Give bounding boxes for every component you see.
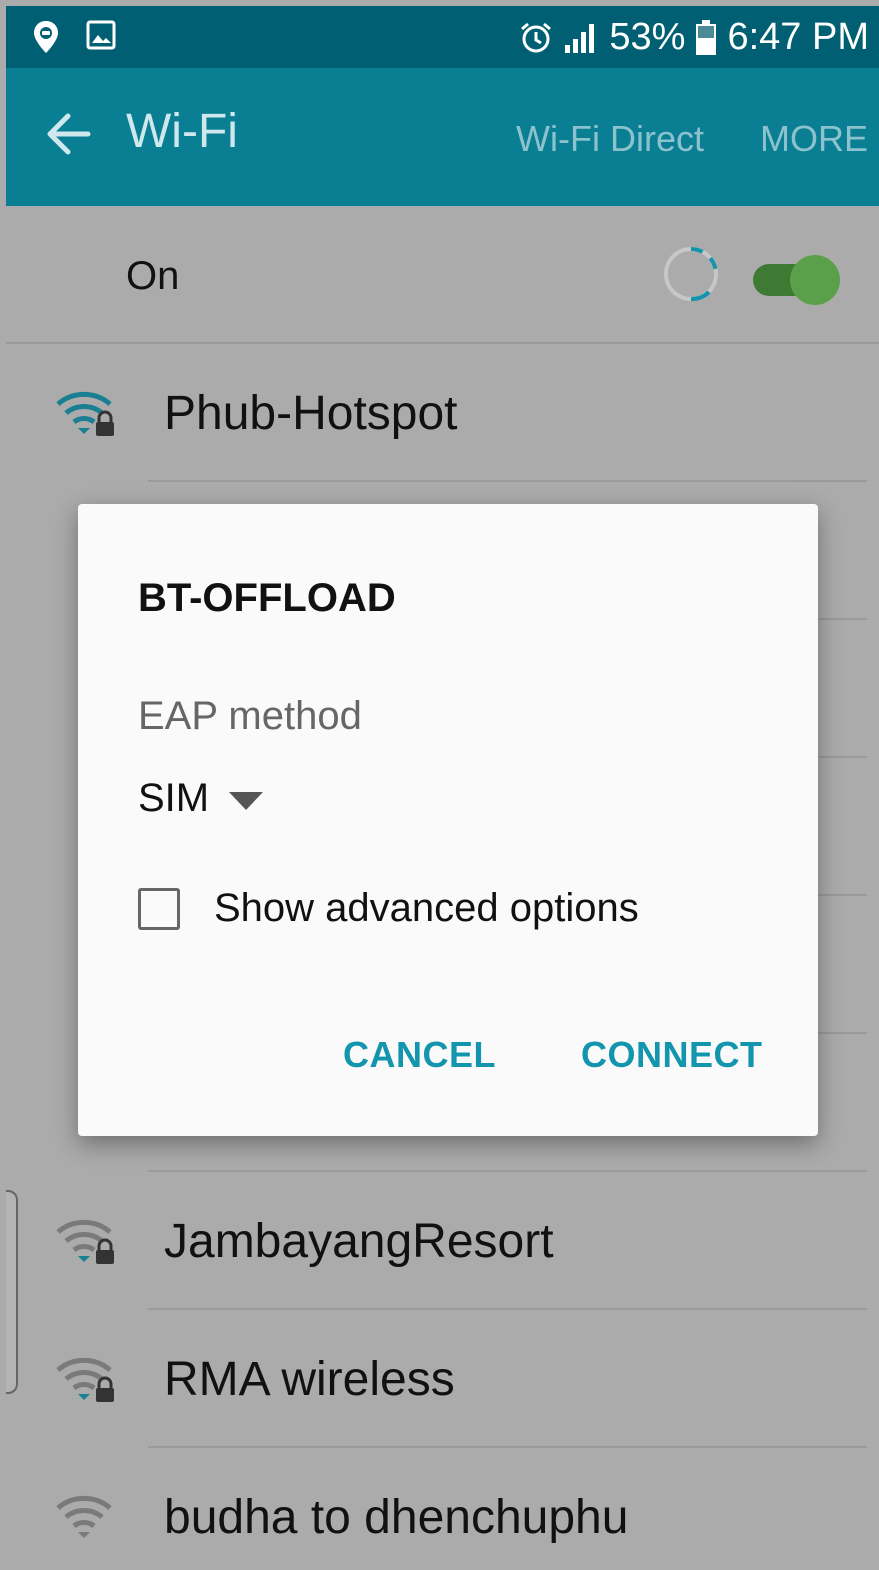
network-name: JambayangResort (164, 1215, 554, 1268)
location-pin-icon (32, 20, 60, 59)
wifi-connect-dialog: BT-OFFLOAD EAP method SIM Show advanced … (78, 504, 818, 1136)
network-item-budha-to-dhenchuphu[interactable]: budha to dhenchuphu (6, 1448, 879, 1570)
eap-method-dropdown[interactable]: SIM (138, 776, 264, 821)
page-title: Wi-Fi (126, 105, 238, 158)
advanced-options-label: Show advanced options (214, 886, 639, 930)
battery-percent: 53% (609, 16, 686, 58)
network-item-phub-hotspot[interactable]: Phub-Hotspot (6, 344, 879, 482)
network-name: Phub-Hotspot (164, 387, 458, 440)
eap-method-value: SIM (138, 776, 210, 820)
advanced-options-row[interactable]: Show advanced options (138, 886, 639, 931)
wifi-lock-icon (54, 1214, 118, 1270)
screen: 53% 6:47 PM Wi-Fi Wi-Fi Direct MORE On P… (6, 6, 879, 1570)
image-icon (86, 20, 116, 59)
wifi-icon (54, 1490, 118, 1546)
signal-icon (563, 21, 599, 55)
eap-method-label: EAP method (138, 694, 362, 738)
wifi-lock-icon (54, 1352, 118, 1408)
network-name: RMA wireless (164, 1353, 455, 1406)
advanced-options-checkbox[interactable] (138, 887, 180, 930)
network-item-rma-wireless[interactable]: RMA wireless (6, 1310, 879, 1448)
wifi-toggle-switch[interactable] (751, 254, 841, 305)
wifi-lock-icon (54, 386, 118, 442)
connect-button[interactable]: CONNECT (581, 1034, 763, 1076)
wifi-direct-button[interactable]: Wi-Fi Direct (516, 118, 704, 160)
app-bar: Wi-Fi Wi-Fi Direct MORE (6, 68, 879, 206)
battery-icon (695, 19, 717, 56)
status-bar: 53% 6:47 PM (6, 6, 879, 68)
alarm-icon (519, 21, 553, 55)
dropdown-arrow-icon (229, 791, 264, 810)
wifi-toggle-label: On (126, 254, 180, 298)
more-button[interactable]: MORE (760, 118, 868, 160)
network-item-jambayangresort[interactable]: JambayangResort (6, 1172, 879, 1310)
clock: 6:47 PM (727, 16, 869, 58)
wifi-toggle-row[interactable]: On (6, 206, 879, 344)
edge-panel-handle[interactable] (6, 1190, 18, 1394)
dialog-title: BT-OFFLOAD (138, 576, 396, 620)
back-arrow-icon[interactable] (42, 108, 94, 160)
cancel-button[interactable]: CANCEL (343, 1034, 496, 1076)
scanning-spinner-icon (661, 244, 721, 304)
network-name: budha to dhenchuphu (164, 1491, 629, 1544)
